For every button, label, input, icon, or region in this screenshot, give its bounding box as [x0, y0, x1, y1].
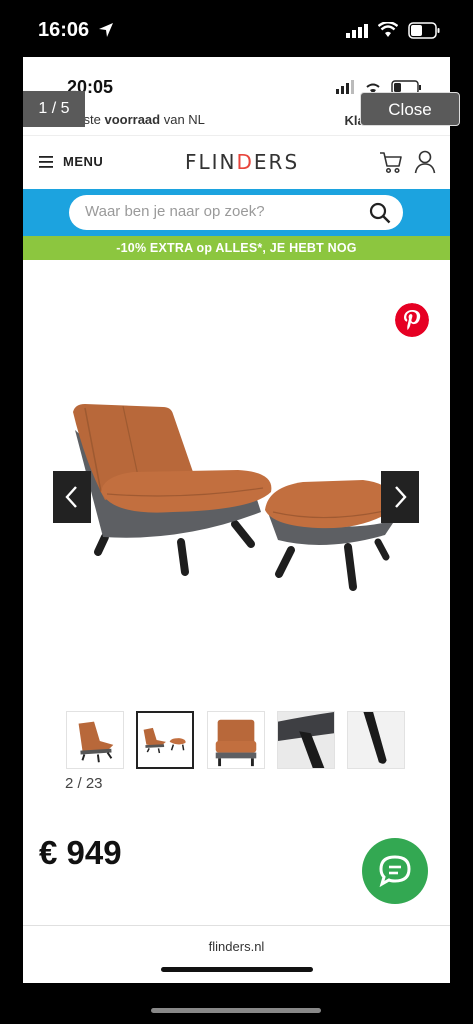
search-placeholder: Waar ben je naar op zoek? [85, 203, 265, 220]
cart-icon[interactable] [379, 150, 403, 174]
wifi-icon [378, 22, 398, 37]
chevron-right-icon [395, 486, 407, 508]
user-icon[interactable] [414, 150, 436, 174]
signal-icon [346, 24, 368, 38]
gallery-thumbnail-4[interactable] [277, 711, 335, 769]
product-price: € 949 [39, 834, 122, 871]
gallery-thumbnail-3[interactable] [207, 711, 265, 769]
menu-icon[interactable] [39, 156, 53, 168]
viewer-counter: 1 / 5 [23, 91, 85, 127]
site-header: MENU FLINDERS [23, 135, 450, 190]
address-bar-divider [23, 925, 450, 926]
site-logo[interactable]: FLINDERS [185, 150, 299, 174]
thumbnail-image [78, 721, 114, 763]
thumbnail-image [278, 712, 334, 768]
thumbnail-image [143, 727, 186, 754]
gallery-thumbnail-2[interactable] [136, 711, 194, 769]
pinterest-icon[interactable] [395, 303, 429, 337]
search-input[interactable]: Waar ben je naar op zoek? [69, 195, 403, 230]
search-icon[interactable] [369, 202, 391, 224]
promo-banner[interactable]: -10% EXTRA op ALLES*, JE HEBT NOG [23, 236, 450, 260]
home-indicator [151, 1008, 321, 1013]
status-time: 16:06 [38, 19, 90, 41]
address-bar-domain[interactable]: flinders.nl [23, 939, 450, 954]
chat-icon [379, 855, 411, 888]
location-arrow-icon [99, 23, 113, 37]
menu-button[interactable]: MENU [63, 154, 103, 169]
thumbnail-image [348, 712, 404, 768]
search-bar-band: Waar ben je naar op zoek? [23, 189, 450, 236]
gallery-thumbnail-1[interactable] [66, 711, 124, 769]
screenshot-frame: 20:05 Grootste voorraad van NL Klantense… [23, 57, 450, 983]
gallery-counter: 2 / 23 [65, 775, 103, 792]
gallery-thumbnail-5[interactable] [347, 711, 405, 769]
inner-home-indicator [161, 967, 313, 972]
product-image[interactable] [63, 392, 393, 602]
viewer-close-button[interactable]: Close [360, 92, 460, 126]
gallery-prev-button[interactable] [53, 471, 91, 523]
chevron-left-icon [65, 486, 77, 508]
thumbnail-image [215, 719, 257, 767]
chat-button[interactable] [362, 838, 428, 904]
battery-icon [408, 22, 440, 39]
gallery-next-button[interactable] [381, 471, 419, 523]
